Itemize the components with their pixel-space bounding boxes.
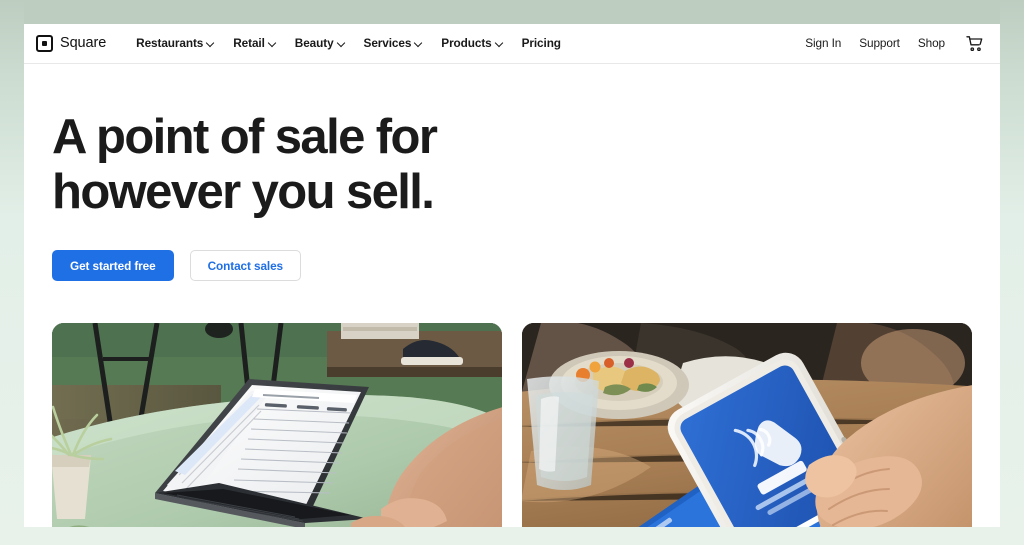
- chevron-down-icon: [415, 39, 422, 46]
- nav-item-shop[interactable]: Shop: [918, 37, 945, 50]
- get-started-free-button[interactable]: Get started free: [52, 250, 174, 281]
- nav-item-pricing-label: Pricing: [521, 35, 561, 50]
- nav-item-beauty-label: Beauty: [294, 35, 334, 50]
- hero-title-line-1: A point of sale for: [52, 110, 438, 164]
- nav-item-services[interactable]: Services: [363, 35, 423, 50]
- top-navigation-bar: Square Restaurants Retail Beauty Service…: [24, 24, 1000, 64]
- secondary-nav-links: Sign In Support Shop: [805, 34, 984, 53]
- brand-name: Square: [60, 35, 107, 52]
- page-backdrop-left: [0, 0, 24, 545]
- primary-nav-links: Restaurants Retail Beauty Services Produ…: [136, 35, 805, 50]
- nav-item-retail-label: Retail: [233, 35, 265, 50]
- hero-actions: Get started free Contact sales: [52, 250, 972, 281]
- square-logo-icon: [36, 35, 53, 52]
- laptop-dashboard-photo[interactable]: [52, 323, 502, 527]
- laptop-dashboard-photo-image: [52, 323, 502, 527]
- nav-item-retail[interactable]: Retail: [233, 35, 276, 50]
- nav-item-services-label: Services: [363, 35, 412, 50]
- page-backdrop-right: [1000, 0, 1024, 545]
- chevron-down-icon: [338, 39, 345, 46]
- hero-title-line-2: however you sell.: [52, 165, 435, 219]
- square-logo[interactable]: Square: [36, 35, 106, 52]
- nav-item-restaurants[interactable]: Restaurants: [136, 35, 214, 50]
- payment-terminal-photo[interactable]: [522, 323, 972, 527]
- nav-item-support[interactable]: Support: [859, 37, 900, 50]
- website-page: Square Restaurants Retail Beauty Service…: [24, 24, 1000, 527]
- nav-item-restaurants-label: Restaurants: [136, 35, 204, 50]
- shopping-cart-icon[interactable]: [965, 34, 984, 53]
- hero-media-gallery: [24, 281, 1000, 527]
- chevron-down-icon: [207, 39, 214, 46]
- nav-item-products[interactable]: Products: [441, 35, 503, 50]
- nav-item-beauty[interactable]: Beauty: [294, 35, 345, 50]
- nav-item-pricing[interactable]: Pricing: [521, 35, 561, 50]
- chevron-down-icon: [496, 39, 503, 46]
- browser-viewport: Square Restaurants Retail Beauty Service…: [0, 0, 1024, 545]
- nav-item-products-label: Products: [441, 35, 492, 50]
- nav-item-sign-in[interactable]: Sign In: [805, 37, 841, 50]
- chevron-down-icon: [269, 39, 276, 46]
- payment-terminal-photo-image: [522, 323, 972, 527]
- hero-section: A point of sale for however you sell. Ge…: [24, 64, 1000, 281]
- page-title: A point of sale for however you sell.: [52, 110, 672, 220]
- contact-sales-button[interactable]: Contact sales: [189, 250, 302, 281]
